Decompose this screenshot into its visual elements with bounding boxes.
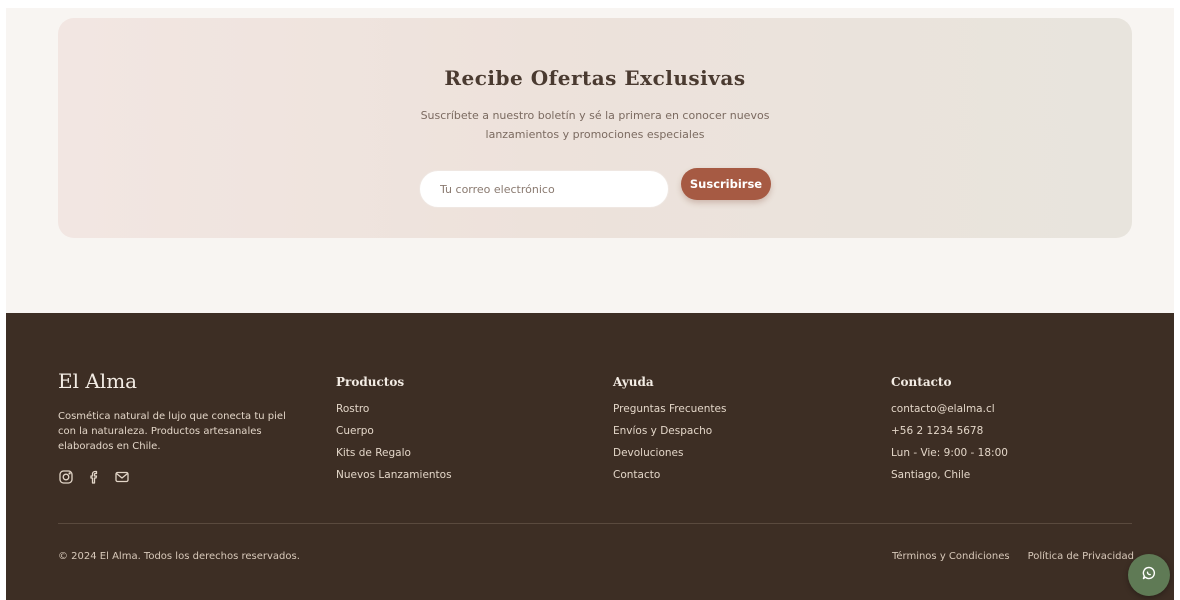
page: Recibe Ofertas Exclusivas Suscríbete a n… [6,8,1174,600]
products-heading: Productos [336,375,405,389]
footer-help-column: Ayuda Preguntas Frecuentes Envíos y Desp… [613,375,726,490]
legal-links: Términos y Condiciones Política de Priva… [892,551,1134,562]
newsletter-section: Recibe Ofertas Exclusivas Suscríbete a n… [58,18,1132,238]
contact-hours: Lun - Vie: 9:00 - 18:00 [891,447,1008,459]
privacy-link[interactable]: Política de Privacidad [1028,551,1134,562]
products-link-nuevos[interactable]: Nuevos Lanzamientos [336,468,452,490]
footer-divider [58,523,1132,524]
footer-brand-name[interactable]: El Alma [58,369,137,393]
email-input[interactable] [419,170,669,208]
help-link-faq[interactable]: Preguntas Frecuentes [613,402,726,424]
footer-brand-description: Cosmética natural de lujo que conecta tu… [58,411,286,452]
instagram-icon[interactable] [58,469,74,485]
contact-heading: Contacto [891,375,952,389]
contact-phone[interactable]: +56 2 1234 5678 [891,424,1008,446]
help-link-contacto[interactable]: Contacto [613,468,726,490]
facebook-icon[interactable] [86,469,102,485]
help-link-devoluciones[interactable]: Devoluciones [613,446,726,468]
site-footer: El Alma Cosmética natural de lujo que co… [6,313,1174,600]
help-heading: Ayuda [613,375,654,389]
products-link-cuerpo[interactable]: Cuerpo [336,424,452,446]
subscribe-button[interactable]: Suscribirse [681,168,771,200]
products-link-rostro[interactable]: Rostro [336,402,452,424]
contact-location: Santiago, Chile [891,469,971,481]
social-links [58,469,130,485]
newsletter-form: Suscribirse [419,168,779,208]
help-link-envios[interactable]: Envíos y Despacho [613,424,726,446]
mail-icon[interactable] [114,469,130,485]
terms-link[interactable]: Términos y Condiciones [892,551,1010,562]
chat-button[interactable] [1128,554,1170,596]
copyright-text: © 2024 El Alma. Todos los derechos reser… [58,551,300,562]
products-link-kits[interactable]: Kits de Regalo [336,446,452,468]
contact-email[interactable]: contacto@elalma.cl [891,402,1008,424]
chat-icon [1141,565,1157,585]
newsletter-subtitle: Suscríbete a nuestro boletín y sé la pri… [420,109,770,141]
footer-contact-column: Contacto contacto@elalma.cl +56 2 1234 5… [891,375,1008,490]
footer-products-column: Productos Rostro Cuerpo Kits de Regalo N… [336,375,452,490]
newsletter-title: Recibe Ofertas Exclusivas [444,66,746,90]
